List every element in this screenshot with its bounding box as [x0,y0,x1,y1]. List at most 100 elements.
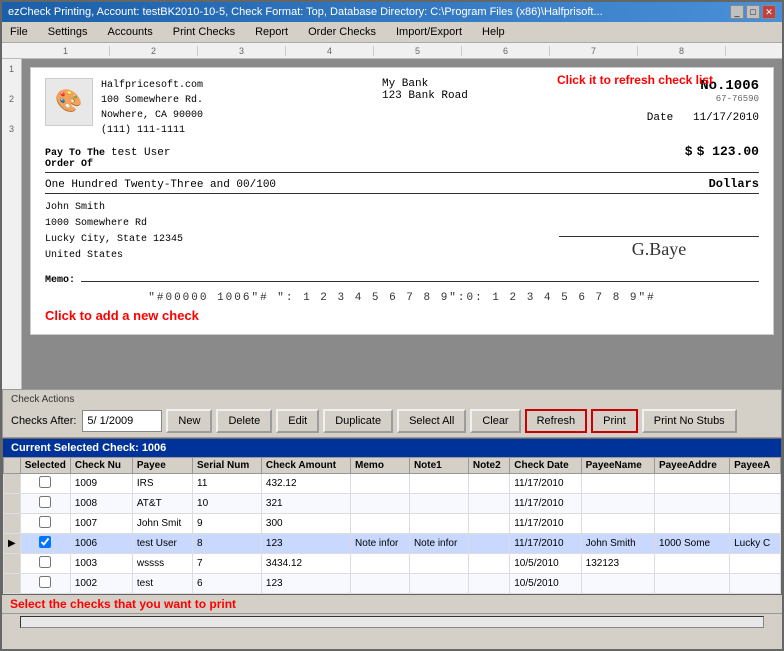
table-cell: 132123 [581,554,654,574]
table-cell [351,554,410,574]
table-cell: 6 [193,574,262,594]
menu-import-export[interactable]: Import/Export [392,24,466,40]
table-cell: 8 [193,534,262,554]
row-checkbox-cell[interactable] [20,534,70,554]
menu-help[interactable]: Help [478,24,509,40]
table-row: 1007John Smit930011/17/2010 [4,514,781,534]
table-row: 1009IRS11432.1211/17/2010 [4,474,781,494]
table-cell [409,554,468,574]
table-cell [581,494,654,514]
row-checkbox[interactable] [39,496,51,508]
refresh-button[interactable]: Refresh [525,409,588,433]
checks-after-input[interactable] [82,410,162,432]
bank-info: My Bank 123 Bank Road [382,78,468,138]
row-checkbox-cell[interactable] [20,474,70,494]
col-serial: Serial Num [193,458,262,474]
menu-print-checks[interactable]: Print Checks [169,24,239,40]
signature-line: G.Baye [559,236,759,260]
row-checkbox-cell[interactable] [20,574,70,594]
table-cell [351,574,410,594]
new-button[interactable]: New [166,409,212,433]
select-all-button[interactable]: Select All [397,409,466,433]
add-check-annotation: Click to add a new check [45,308,199,323]
table-cell [654,494,729,514]
pay-amount: $$ 123.00 [685,144,759,159]
memo-line: Memo: [45,268,759,286]
minimize-button[interactable]: _ [730,5,744,19]
table-cell [468,494,509,514]
memo-label: Memo: [45,275,75,286]
table-cell [730,494,781,514]
row-checkbox[interactable] [39,536,51,548]
row-checkbox-cell[interactable] [20,514,70,534]
table-cell: 321 [261,494,350,514]
row-checkbox[interactable] [39,576,51,588]
ruler: 1 2 3 4 5 6 7 8 [2,43,782,59]
table-cell [468,474,509,494]
table-row: 1008AT&T1032111/17/2010 [4,494,781,514]
table-cell: 123 [261,574,350,594]
company-info: Halfpricesoft.com 100 Somewhere Rd. Nowh… [101,78,203,138]
table-cell: John Smit [132,514,192,534]
signature-area: G.Baye [407,200,759,264]
address-line1: 1000 Somewhere Rd [45,216,397,232]
pay-to-label: Pay To TheOrder Of [45,148,105,170]
table-cell: 1002 [70,574,132,594]
actions-row: Checks After: New Delete Edit Duplicate … [11,409,773,433]
amount-words-line: One Hundred Twenty-Three and 00/100 Doll… [45,177,759,194]
table-cell: 11/17/2010 [510,514,581,534]
table-cell: 1007 [70,514,132,534]
row-checkbox[interactable] [39,516,51,528]
row-checkbox-cell[interactable] [20,554,70,574]
table-cell: 7 [193,554,262,574]
delete-button[interactable]: Delete [216,409,272,433]
table-cell [468,534,509,554]
col-note1: Note1 [409,458,468,474]
check-middle: John Smith 1000 Somewhere Rd Lucky City,… [45,200,759,264]
table-cell: 1006 [70,534,132,554]
company-name: Halfpricesoft.com [101,78,203,93]
table-cell: 10/5/2010 [510,574,581,594]
edit-button[interactable]: Edit [276,409,319,433]
table-cell: 1003 [70,554,132,574]
check-actions-title: Check Actions [11,394,773,405]
row-checkbox[interactable] [39,476,51,488]
print-button[interactable]: Print [591,409,638,433]
row-marker [4,494,21,514]
row-checkbox[interactable] [39,556,51,568]
menu-report[interactable]: Report [251,24,292,40]
main-area: 1 2 3 Click it to refresh check list 🎨 H… [2,59,782,389]
print-no-stubs-button[interactable]: Print No Stubs [642,409,737,433]
duplicate-button[interactable]: Duplicate [323,409,393,433]
horizontal-scrollbar[interactable] [20,616,764,628]
col-payee-a: PayeeA [730,458,781,474]
menu-settings[interactable]: Settings [44,24,92,40]
row-checkbox-cell[interactable] [20,494,70,514]
table-cell: 3434.12 [261,554,350,574]
col-selected: Selected [20,458,70,474]
table-cell: 1008 [70,494,132,514]
col-date: Check Date [510,458,581,474]
menu-file[interactable]: File [6,24,32,40]
address-line2: Lucky City, State 12345 [45,232,397,248]
company-address1: 100 Somewhere Rd. [101,93,203,108]
clear-button[interactable]: Clear [470,409,520,433]
micr-line: "#00000 1006"# ": 1 2 3 4 5 6 7 8 9":0: … [45,292,759,304]
maximize-button[interactable]: □ [746,5,760,19]
check-company: 🎨 Halfpricesoft.com 100 Somewhere Rd. No… [45,78,203,138]
table-cell: Note infor [351,534,410,554]
address-line3: United States [45,248,397,264]
payee-name: test User [111,147,675,159]
col-payee-addr: PayeeAddre [654,458,729,474]
close-button[interactable]: ✕ [762,5,776,19]
menu-order-checks[interactable]: Order Checks [304,24,380,40]
company-logo: 🎨 [45,78,93,126]
table-cell [351,474,410,494]
check-area: Click it to refresh check list 🎨 Halfpri… [22,59,782,389]
menu-accounts[interactable]: Accounts [103,24,156,40]
table-cell [409,494,468,514]
amount-words-text: One Hundred Twenty-Three and 00/100 [45,179,709,191]
pay-to-line: Pay To TheOrder Of test User $$ 123.00 [45,144,759,173]
table-cell [581,574,654,594]
col-note2: Note2 [468,458,509,474]
